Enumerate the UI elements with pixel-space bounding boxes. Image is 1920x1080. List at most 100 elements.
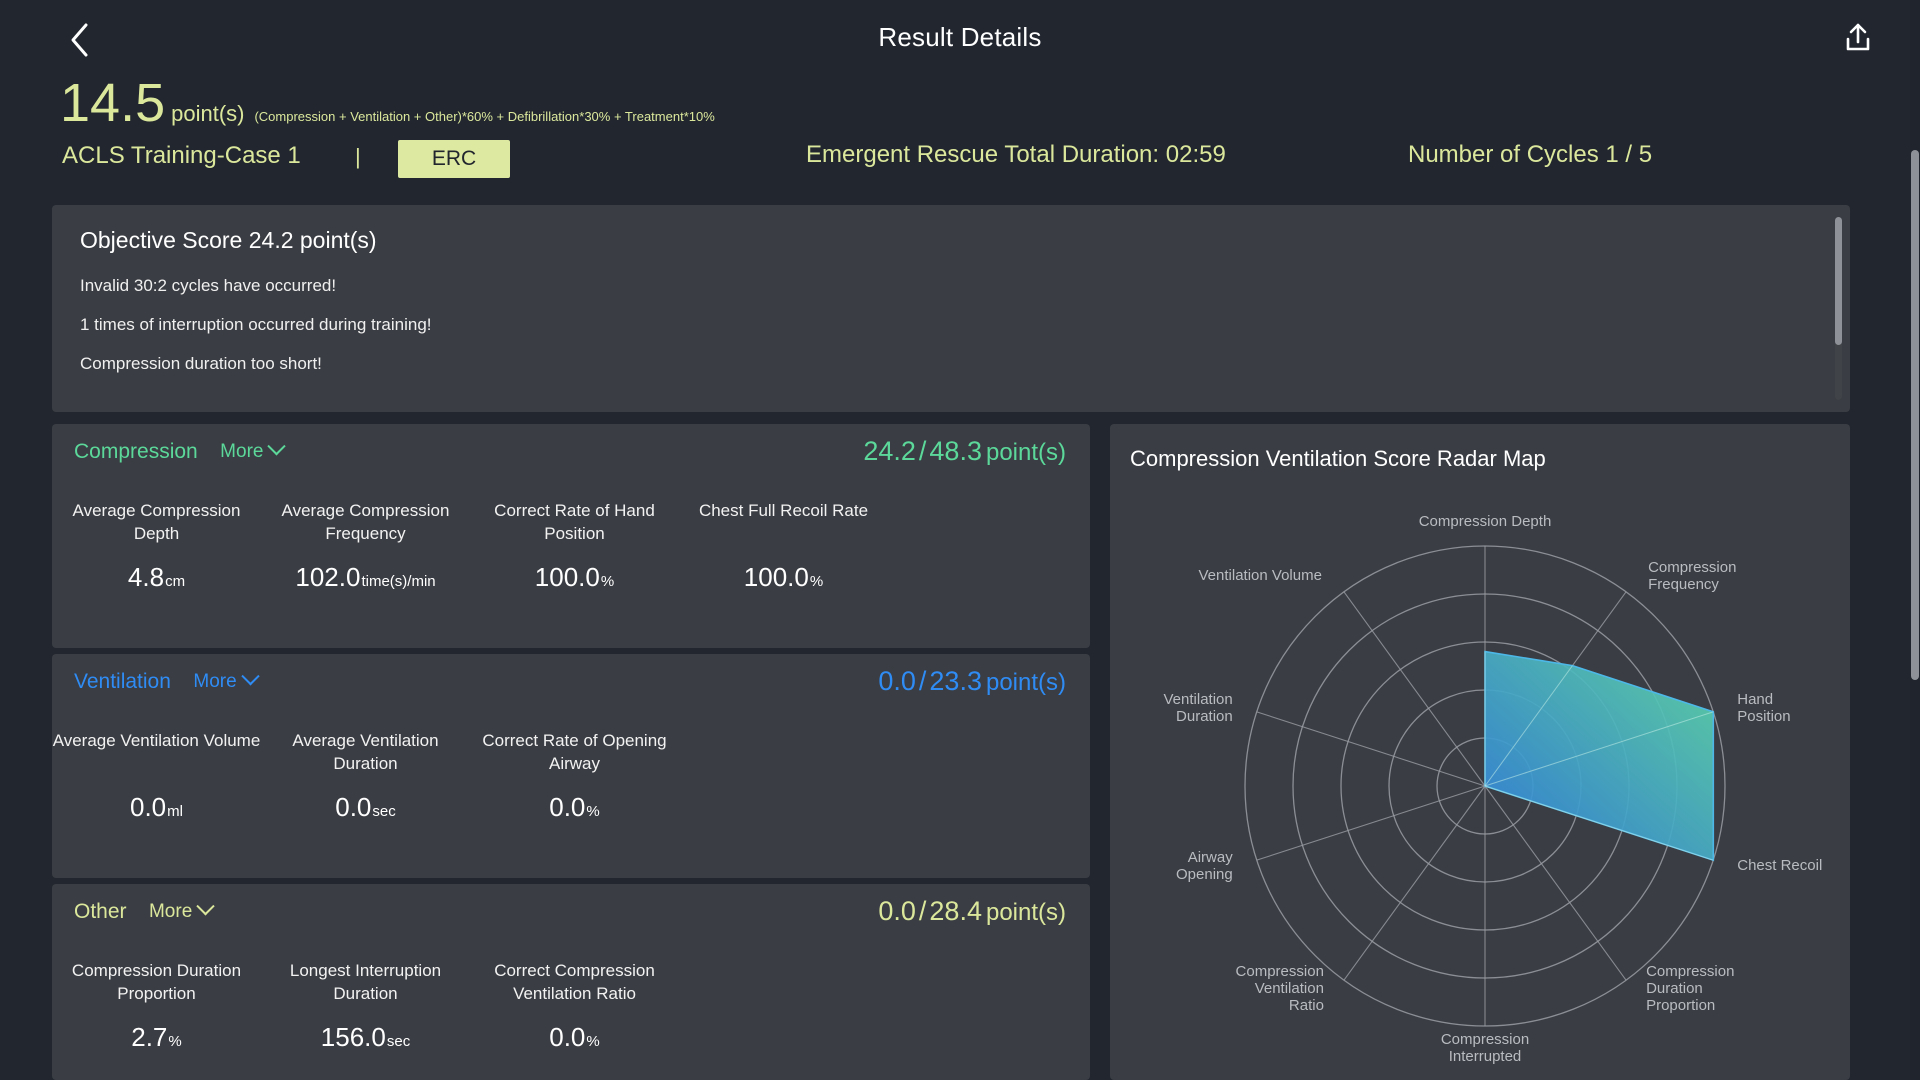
- metric-name: Average Compression Depth: [72, 501, 241, 543]
- objective-message: Invalid 30:2 cycles have occurred!: [80, 276, 337, 295]
- section-label: Other: [74, 900, 127, 923]
- metric-number: 0.0: [335, 792, 372, 822]
- section-card-ventilation: Ventilation More 0.0/23.3 point(s) Averag…: [52, 654, 1090, 878]
- objective-panel-scrollbar-thumb[interactable]: [1835, 217, 1842, 345]
- radar-data-polygon: [1484, 650, 1715, 862]
- metric-value: 0.0%: [470, 792, 679, 823]
- section-score: 0.0/28.4 point(s): [878, 896, 1066, 926]
- metric-unit: cm: [165, 573, 186, 590]
- metric-list: Compression Duration Proportion 2.7% Longe…: [52, 942, 1090, 1053]
- objective-message-list: Invalid 30:2 cycles have occurred! 1 time…: [80, 276, 1820, 374]
- metric-number: 2.7: [131, 1022, 168, 1052]
- metric-unit: sec: [386, 1033, 411, 1050]
- chevron-down-icon: [196, 897, 215, 916]
- meta-separator: |: [355, 144, 361, 169]
- section-label: Compression: [74, 440, 198, 463]
- metric-unit: %: [586, 803, 600, 820]
- radar-axis-label: Chest Recoil: [1737, 857, 1822, 874]
- objective-score-panel: Objective Score 24.2 point(s) Invalid 30…: [52, 205, 1850, 412]
- radar-axis-label: Compression Ventilation Ratio: [1236, 963, 1324, 1014]
- radar-axis-label: Compression Depth: [1419, 513, 1552, 530]
- objective-message: Compression duration too short!: [80, 354, 322, 373]
- radar-axis-label: Ventilation Duration: [1164, 691, 1233, 725]
- page-scrollbar-thumb[interactable]: [1911, 150, 1919, 680]
- total-score-row: 14.5 point(s) (Compression + Ventilation…: [60, 76, 715, 130]
- metric-unit: %: [600, 573, 615, 590]
- objective-score-title: Objective Score 24.2 point(s): [80, 227, 377, 253]
- score-formula: (Compression + Ventilation + Other)*60% …: [254, 109, 715, 124]
- radar-chart: Compression Depth Compression Frequency Han…: [1164, 513, 1823, 1065]
- metric-number: 100.0: [743, 562, 809, 592]
- page-title: Result Details: [878, 22, 1042, 52]
- top-bar: Result Details: [0, 0, 1920, 78]
- metric: Correct Rate of Opening Airway 0.0%: [470, 730, 679, 823]
- session-meta-row: ACLS Training-Case 1 | ERC Emergent Resc…: [0, 140, 1920, 182]
- objective-panel-scrollbar[interactable]: [1835, 217, 1842, 400]
- total-score-unit: point(s): [171, 101, 245, 126]
- metric-unit: time(s)/min: [361, 573, 436, 590]
- protocol-badge-erc[interactable]: ERC: [398, 140, 510, 178]
- chevron-down-icon: [240, 667, 260, 686]
- radar-axis-label: Ventilation Volume: [1199, 567, 1322, 584]
- metric-value: 100.0%: [679, 562, 888, 593]
- metric-name: Chest Full Recoil Rate: [698, 501, 869, 520]
- metric-number: 4.8: [127, 562, 165, 592]
- metric: Compression Duration Proportion 2.7%: [52, 960, 261, 1053]
- radar-axis-label: Hand Position: [1737, 691, 1790, 725]
- section-card-compression: Compression More 24.2/48.3 point(s) Avera…: [52, 424, 1090, 648]
- radar-axis-label: Compression Frequency: [1648, 559, 1736, 593]
- metric-name: Correct Rate of Hand Position: [494, 501, 655, 543]
- number-of-cycles: Number of Cycles 1 / 5: [1408, 141, 1653, 168]
- radar-axis-line: [1343, 591, 1486, 787]
- metric-unit: %: [168, 1033, 182, 1050]
- more-toggle-compression[interactable]: More: [220, 437, 287, 463]
- radar-axis-line: [1256, 711, 1486, 787]
- metric: Correct Compression Ventilation Ratio 0.0…: [470, 960, 679, 1053]
- chevron-down-icon: [267, 437, 287, 456]
- radar-axis-line: [1256, 785, 1486, 861]
- share-upload-icon: [1846, 23, 1870, 51]
- metric-value: 100.0%: [470, 562, 679, 593]
- total-score-value: 14.5: [60, 73, 166, 133]
- metric-unit: ml: [167, 803, 183, 820]
- metric: Chest Full Recoil Rate 100.0%: [679, 500, 888, 593]
- section-card-other: Other More 0.0/28.4 point(s) Compression …: [52, 884, 1090, 1080]
- section-score: 0.0/23.3 point(s): [878, 666, 1066, 696]
- case-name: ACLS Training-Case 1: [62, 142, 301, 169]
- page-scrollbar[interactable]: [1910, 0, 1920, 1080]
- section-score: 24.2/48.3 point(s): [863, 436, 1066, 466]
- metric-name: Longest Interruption Duration: [289, 961, 442, 1003]
- metric-number: 100.0: [534, 562, 600, 592]
- metric-list: Average Ventilation Volume 0.0ml Average V…: [52, 712, 1090, 823]
- metric-name: Average Ventilation Duration: [292, 731, 439, 773]
- radar-axis-line: [1343, 785, 1486, 981]
- metric: Average Compression Frequency 102.0time(s…: [261, 500, 470, 593]
- card-header: Ventilation More 0.0/23.3 point(s): [52, 654, 1090, 712]
- metric-number: 0.0: [130, 792, 167, 822]
- radar-axis-label: Compression Interrupted: [1441, 1031, 1529, 1065]
- metric-list: Average Compression Depth 4.8cm Average Co…: [52, 482, 1090, 593]
- metric-name: Correct Rate of Opening Airway: [482, 731, 667, 773]
- metric-number: 0.0: [549, 1022, 586, 1052]
- section-label: Ventilation: [74, 670, 171, 693]
- radar-axis-label: Compression Duration Proportion: [1646, 963, 1734, 1014]
- metric-unit: %: [586, 1033, 600, 1050]
- metric: Correct Rate of Hand Position 100.0%: [470, 500, 679, 593]
- metric-value: 2.7%: [52, 1022, 261, 1053]
- more-toggle-ventilation[interactable]: More: [193, 667, 260, 693]
- metric: Longest Interruption Duration 156.0sec: [261, 960, 470, 1053]
- more-toggle-other[interactable]: More: [149, 897, 215, 923]
- radar-chart-panel: Compression Ventilation Score Radar Map …: [1110, 424, 1850, 1080]
- metric: Average Compression Depth 4.8cm: [52, 500, 261, 593]
- metric: Average Ventilation Duration 0.0sec: [261, 730, 470, 823]
- metric-number: 156.0: [320, 1022, 386, 1052]
- total-duration: Emergent Rescue Total Duration: 02:59: [806, 141, 1226, 168]
- metric-name: Average Compression Frequency: [281, 501, 450, 543]
- card-header: Compression More 24.2/48.3 point(s): [52, 424, 1090, 482]
- metric-value: 156.0sec: [261, 1022, 470, 1053]
- share-button[interactable]: [1832, 12, 1884, 64]
- metric-name: Average Ventilation Volume: [52, 731, 261, 750]
- metric-number: 0.0: [549, 792, 586, 822]
- metric-name: Compression Duration Proportion: [71, 961, 242, 1003]
- metric-value: 0.0ml: [52, 792, 261, 823]
